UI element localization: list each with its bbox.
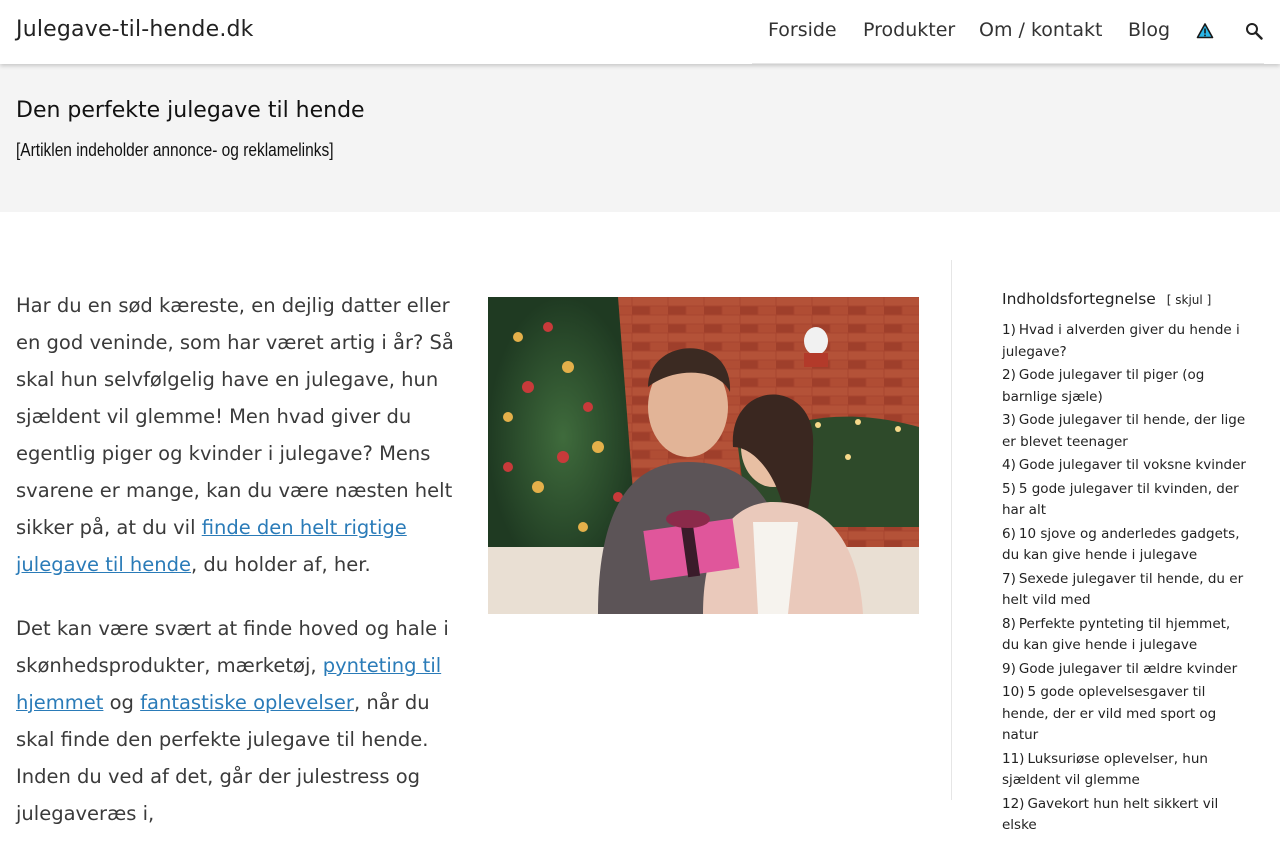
toc-number: 2) [1002,367,1016,383]
article-body: Har du en sød kæreste, en dejlig datter … [16,287,456,859]
site-title-link[interactable]: Julegave-til-hende.dk [16,17,254,42]
sidebar-divider [951,260,952,800]
toc-number: 7) [1002,570,1016,587]
nav-item-blog[interactable]: Blog [1128,19,1170,41]
toc-label: Hvad i alverden giver du hende i julegav… [1002,322,1240,360]
toc-item[interactable]: 9) Gode julegaver til ældre kvinder [1002,659,1247,681]
toc-item[interactable]: 1) Hvad i alverden giver du hende i juleg… [1002,320,1247,363]
toc-number: 8) [1002,615,1016,632]
toc-label: Gavekort hun helt sikkert vil elske [1002,795,1219,834]
main-nav: Forside Produkter Om / kontakt Blog [752,0,1264,64]
toc-item[interactable]: 10) 5 gode oplevelsesgaver til hende, der… [1002,682,1247,747]
toc-bracket: [ [1166,293,1172,307]
nav-item-om-kontakt[interactable]: Om / kontakt [979,19,1102,41]
toc-item[interactable]: 5) 5 gode julegaver til kvinden, der har … [1002,479,1247,522]
ad-disclaimer: [Artiklen indeholder annonce- og reklame… [16,140,334,160]
search-icon[interactable] [1245,22,1263,40]
toc-label: Gode julegaver til voksne kvinder [1018,457,1246,473]
article-paragraph-2: Det kan være svært at finde hoved og hal… [16,610,456,832]
nav-item-forside[interactable]: Forside [768,19,837,41]
toc-item[interactable]: 7) Sexede julegaver til hende, du er helt… [1002,569,1247,612]
toc-item[interactable]: 11) Luksuriøse oplevelser, hun sjældent v… [1002,749,1247,792]
toc-title: Indholdsfortegnelse [1002,290,1156,308]
toc-number: 11) [1002,750,1025,767]
paragraph-text: Har du en sød kæreste, en dejlig datter … [16,294,454,539]
nav-item-produkter[interactable]: Produkter [863,19,955,41]
toc-item[interactable]: 2) Gode julegaver til piger (og barnlige … [1002,365,1247,408]
table-of-contents: Indholdsfortegnelse [ skjul ] 1) Hvad i a… [1002,290,1262,839]
page-title: Den perfekte julegave til hende [16,98,365,123]
toc-number: 1) [1002,322,1016,338]
toc-item[interactable]: 8) Perfekte pynteting til hjemmet, du kan… [1002,614,1247,657]
toc-header: Indholdsfortegnelse [ skjul ] [1002,290,1262,314]
toc-number: 9) [1002,660,1016,677]
toc-item[interactable]: 4) Gode julegaver til voksne kvinder [1002,455,1247,477]
toc-item[interactable]: 6) 10 sjove og anderledes gadgets, du kan… [1002,524,1247,567]
paragraph-text: , du holder af, her. [191,553,371,576]
toc-label: Gode julegaver til piger (og barnlige sj… [1002,367,1205,405]
toc-label: 5 gode oplevelsesgaver til hende, der er… [1002,684,1217,743]
toc-hide-link[interactable]: skjul [1175,293,1202,307]
page-hero-band: Den perfekte julegave til hende [Artikle… [0,64,1280,212]
article-paragraph-1: Har du en sød kæreste, en dejlig datter … [16,287,456,583]
toc-number: 10) [1002,684,1025,700]
toc-label: Gode julegaver til ældre kvinder [1018,660,1238,677]
link-oplevelser[interactable]: fantastiske oplevelser [140,691,354,714]
toc-label: Luksuriøse oplevelser, hun sjældent vil … [1002,750,1208,789]
toc-bracket: ] [1206,293,1212,307]
toc-label: 5 gode julegaver til kvinden, der har al… [1002,480,1239,519]
toc-number: 6) [1002,525,1016,542]
paragraph-text: og [103,691,141,714]
toc-label: 10 sjove og anderledes gadgets, du kan g… [1002,525,1240,564]
site-header: Julegave-til-hende.dk Forside Produkter … [0,0,1280,64]
toc-toggle: [ skjul ] [1167,293,1212,307]
toc-number: 12) [1002,795,1025,812]
toc-list: 1) Hvad i alverden giver du hende i juleg… [1002,320,1262,837]
toc-number: 3) [1002,412,1016,428]
toc-label: Perfekte pynteting til hjemmet, du kan g… [1002,615,1231,654]
toc-label: Sexede julegaver til hende, du er helt v… [1002,570,1244,609]
toc-label: Gode julegaver til hende, der lige er bl… [1002,412,1246,450]
toc-item[interactable]: 3) Gode julegaver til hende, der lige er … [1002,410,1247,453]
toc-number: 4) [1002,457,1016,473]
warning-triangle-icon[interactable] [1196,22,1214,40]
toc-number: 5) [1002,480,1016,497]
couple-gift-photo [488,297,919,614]
